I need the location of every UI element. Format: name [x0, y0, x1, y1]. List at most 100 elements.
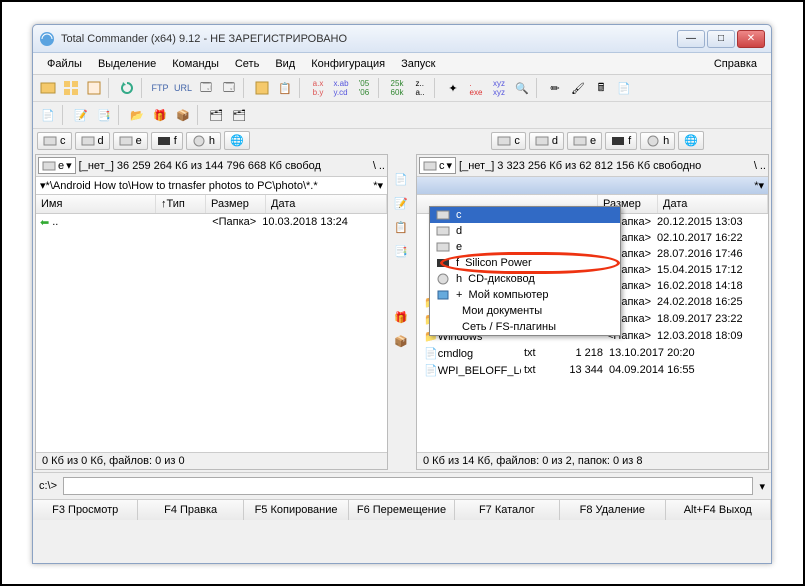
up-icon[interactable]: .. — [760, 160, 766, 172]
history-icon[interactable]: ▾ — [377, 179, 383, 192]
back-icon[interactable]: \ — [373, 160, 376, 172]
drive-f[interactable]: f — [605, 132, 637, 150]
drive-d[interactable]: d — [529, 132, 564, 150]
tb-icon[interactable]: 🖌 — [567, 77, 589, 99]
globe-icon[interactable]: 🌐 — [678, 131, 704, 150]
tb-icon[interactable] — [83, 77, 105, 99]
menu-selection[interactable]: Выделение — [90, 56, 164, 72]
maximize-button[interactable]: □ — [707, 30, 735, 48]
f4-edit[interactable]: F4 Правка — [138, 500, 243, 520]
left-filelist[interactable]: ⬅ .. <Папка> 10.03.2018 13:24 — [36, 214, 387, 452]
tb-icon[interactable]: 🗂 — [228, 104, 250, 126]
dd-item-h[interactable]: hCD-дисковод — [430, 271, 620, 287]
left-drive-select[interactable]: e ▾ — [38, 157, 76, 174]
col-name[interactable]: Имя — [36, 195, 156, 213]
tb-icon[interactable]: 🎁 — [149, 104, 171, 126]
side-icon[interactable]: 📄 — [390, 168, 412, 190]
col-date[interactable]: Дата — [266, 195, 387, 213]
menu-view[interactable]: Вид — [267, 56, 303, 72]
f3-view[interactable]: F3 Просмотр — [33, 500, 138, 520]
cmd-prompt: c:\> — [39, 480, 57, 492]
drive-e[interactable]: e — [113, 132, 148, 150]
tb-icon[interactable] — [37, 77, 59, 99]
menu-config[interactable]: Конфигурация — [303, 56, 393, 72]
col-date[interactable]: Дата — [658, 195, 768, 213]
f5-copy[interactable]: F5 Копирование — [244, 500, 349, 520]
dd-item-e[interactable]: e — [430, 239, 620, 255]
menu-help[interactable]: Справка — [706, 56, 765, 72]
tb-icon[interactable]: z..a.. — [409, 77, 431, 99]
tb-icon[interactable]: x.aby.cd — [330, 77, 352, 99]
dd-item-computer[interactable]: +Мой компьютер — [430, 287, 620, 303]
menu-commands[interactable]: Команды — [164, 56, 227, 72]
refresh-icon[interactable] — [116, 77, 138, 99]
drive-d[interactable]: d — [75, 132, 110, 150]
tb-icon[interactable]: 25k60k — [386, 77, 408, 99]
tb-icon[interactable]: 🗂 — [205, 104, 227, 126]
drive-h[interactable]: h — [640, 132, 675, 150]
left-drive-info: [_нет_] 36 259 264 Кб из 144 796 668 Кб … — [79, 160, 370, 172]
up-icon[interactable]: .. — [379, 160, 385, 172]
side-icon[interactable]: 📋 — [390, 216, 412, 238]
drive-e[interactable]: e — [567, 132, 602, 150]
tb-icon[interactable] — [251, 77, 273, 99]
tb-icon[interactable]: 📑 — [93, 104, 115, 126]
tb-icon[interactable]: xyzxyz — [488, 77, 510, 99]
menu-files[interactable]: Файлы — [39, 56, 90, 72]
folder-icon[interactable]: 📂 — [126, 104, 148, 126]
altf4-exit[interactable]: Alt+F4 Выход — [666, 500, 771, 520]
tb-icon[interactable]: '05'06 — [353, 77, 375, 99]
titlebar: Total Commander (x64) 9.12 - НЕ ЗАРЕГИСТ… — [33, 25, 771, 53]
cmd-dropdown-icon[interactable]: ▾ — [759, 480, 765, 493]
ftp-icon[interactable]: FTP — [149, 77, 171, 99]
tb-icon[interactable]: 🗔 — [218, 77, 240, 99]
side-icon[interactable]: 📝 — [390, 192, 412, 214]
star-icon[interactable]: ✦ — [442, 77, 464, 99]
tb-icon[interactable]: 📋 — [274, 77, 296, 99]
minimize-button[interactable]: — — [677, 30, 705, 48]
function-keys: F3 Просмотр F4 Правка F5 Копирование F6 … — [33, 499, 771, 520]
search-icon[interactable]: 🔍 — [511, 77, 533, 99]
drive-c[interactable]: c — [37, 132, 72, 150]
f7-mkdir[interactable]: F7 Каталог — [455, 500, 560, 520]
tb-icon[interactable]: 📄 — [37, 104, 59, 126]
menu-net[interactable]: Сеть — [227, 56, 267, 72]
dd-item-c[interactable]: c — [430, 207, 620, 223]
side-icon[interactable]: 🎁 — [390, 306, 412, 328]
right-status: 0 Кб из 14 Кб, файлов: 0 из 2, папок: 0 … — [417, 452, 768, 469]
dd-item-docs[interactable]: Мои документы — [430, 303, 620, 319]
drive-dropdown[interactable]: c d e fSilicon Power hCD-дисковод +Мой к… — [429, 206, 621, 336]
cmd-input[interactable] — [63, 477, 753, 495]
wand-icon[interactable]: ✏ — [544, 77, 566, 99]
f6-move[interactable]: F6 Перемещение — [349, 500, 454, 520]
side-icon[interactable]: 📦 — [390, 330, 412, 352]
history-icon[interactable]: ▾ — [758, 179, 764, 192]
back-icon[interactable]: \ — [754, 160, 757, 172]
dd-item-network[interactable]: Сеть / FS-плагины — [430, 319, 620, 335]
right-path[interactable] — [421, 180, 754, 192]
col-size[interactable]: Размер — [206, 195, 266, 213]
tb-icon[interactable] — [60, 77, 82, 99]
tb-icon[interactable]: 📦 — [172, 104, 194, 126]
menu-run[interactable]: Запуск — [393, 56, 443, 72]
tb-icon[interactable]: 📝 — [70, 104, 92, 126]
tb-icon[interactable]: 📄 — [613, 77, 635, 99]
drive-h[interactable]: h — [186, 132, 221, 150]
f8-delete[interactable]: F8 Удаление — [560, 500, 665, 520]
side-icon[interactable]: 📑 — [390, 240, 412, 262]
drive-f[interactable]: f — [151, 132, 183, 150]
globe-icon[interactable]: 🌐 — [224, 131, 250, 150]
table-row: 📄cmdlogtxt1 21813.10.2017 20:20 — [417, 345, 768, 362]
url-icon[interactable]: URL — [172, 77, 194, 99]
tb-icon[interactable]: a.xb.y — [307, 77, 329, 99]
drive-c[interactable]: c — [491, 132, 526, 150]
close-button[interactable]: ✕ — [737, 30, 765, 48]
calc-icon[interactable]: 🖩 — [590, 77, 612, 99]
dd-item-d[interactable]: d — [430, 223, 620, 239]
left-path[interactable]: \Android How to\How to trnasfer photos t… — [50, 180, 373, 192]
tb-icon[interactable]: 🗔 — [195, 77, 217, 99]
dd-item-f[interactable]: fSilicon Power — [430, 255, 620, 271]
col-type[interactable]: ↑Тип — [156, 195, 206, 213]
exe-icon[interactable]: .exe — [465, 77, 487, 99]
right-drive-select[interactable]: c ▾ — [419, 157, 456, 174]
